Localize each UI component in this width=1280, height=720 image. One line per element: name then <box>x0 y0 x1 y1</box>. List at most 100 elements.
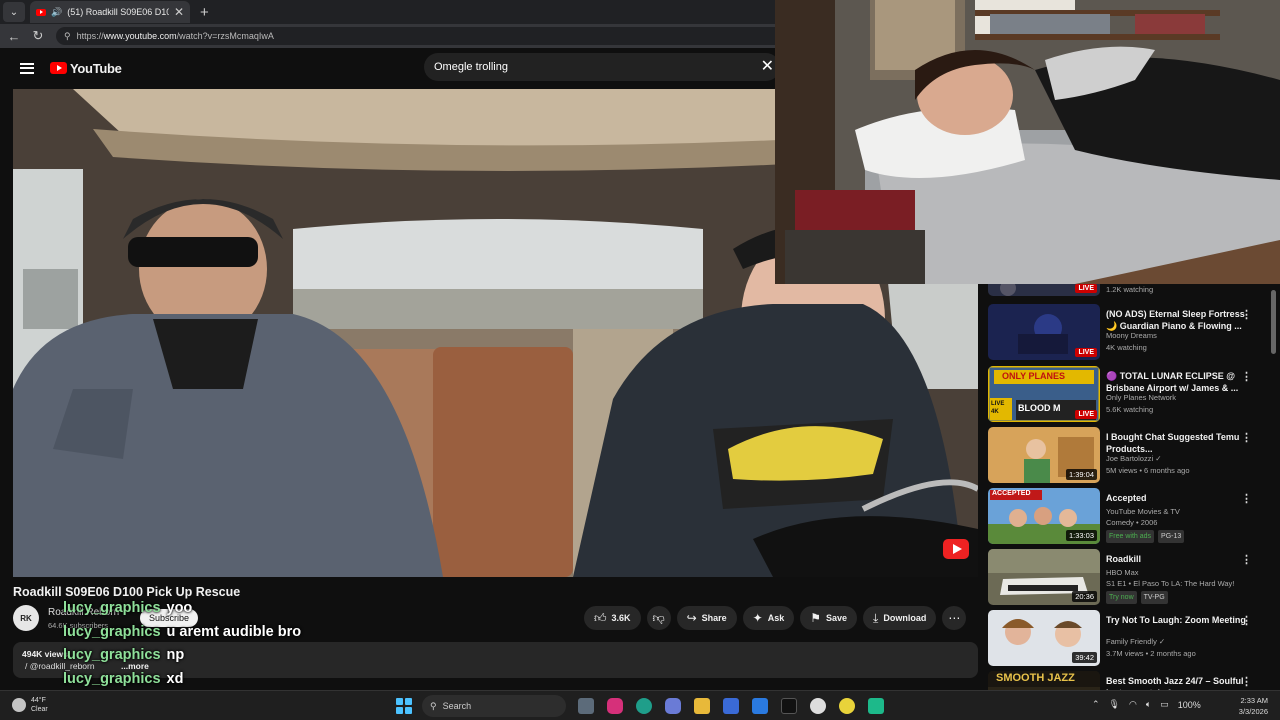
video-thumbnail[interactable]: 39:42 <box>988 610 1100 666</box>
video-thumbnail[interactable]: ACCEPTED 1:33:03 <box>988 488 1100 544</box>
related-channel: HBO Max <box>1106 568 1139 577</box>
chat-message: lucy_graphics xd <box>63 670 184 687</box>
more-vert-icon[interactable]: ⋮ <box>1241 492 1252 505</box>
related-meta: S1 E1 • El Paso To LA: The Hard Way! <box>1106 579 1235 588</box>
download-button[interactable]: ⤓ Download <box>863 606 937 630</box>
app-icon[interactable] <box>810 698 826 714</box>
more-vert-icon[interactable]: ⋮ <box>1241 553 1252 566</box>
duration-badge: 1:33:03 <box>1065 530 1097 541</box>
url-field[interactable]: ⚲ https://www.youtube.com/watch?v=rzsMcm… <box>56 27 786 45</box>
related-video-item[interactable]: 1:39:04 I Bought Chat Suggested Temu Pro… <box>988 427 1268 487</box>
related-video-item[interactable]: 20:36 Roadkill HBO Max S1 E1 • El Paso T… <box>988 549 1268 609</box>
related-meta: 3.7M views • 2 months ago <box>1106 649 1196 658</box>
browser-tab[interactable]: 🔊 (51) Roadkill S09E06 D100 Pic ✕ <box>30 1 190 23</box>
video-thumbnail[interactable]: 1:39:04 <box>988 427 1100 483</box>
related-badges: Try now TV-PG <box>1106 591 1172 604</box>
moon-weather-icon <box>12 698 26 712</box>
related-video-item[interactable]: LIVE 1.2K watching <box>988 284 1268 300</box>
instagram-icon[interactable] <box>607 698 623 714</box>
microphone-icon[interactable]: 🎙︎ <box>1109 699 1120 710</box>
thumbs-down-icon: 👎︎ <box>652 610 665 625</box>
youtube-favicon-icon <box>36 8 46 16</box>
ask-button[interactable]: ✦ Ask <box>742 606 795 630</box>
chevron-up-icon[interactable]: ⌃ <box>1092 699 1100 710</box>
duration-badge: 39:42 <box>1072 652 1097 663</box>
menu-hamburger-icon[interactable] <box>20 60 34 76</box>
battery-percent: 100% <box>1177 699 1201 710</box>
mail-icon[interactable] <box>752 698 768 714</box>
related-video-item[interactable]: ONLY PLANES BLOOD M LIVE 4K LIVE 🟣 TOTAL… <box>988 366 1268 426</box>
tab-list-chevron-icon[interactable]: ⌄ <box>3 2 25 22</box>
related-video-item[interactable]: 39:42 Try Not To Laugh: Zoom Meeting Fam… <box>988 610 1268 670</box>
related-video-item[interactable]: LIVE (NO ADS) Eternal Sleep Fortress 🌙 G… <box>988 304 1268 364</box>
related-video-item[interactable]: ACCEPTED 1:33:03 Accepted YouTube Movies… <box>988 488 1268 548</box>
more-vert-icon[interactable]: ⋮ <box>1241 370 1252 383</box>
related-video-item[interactable]: SMOOTH JAZZ Best Smooth Jazz 24/7 – Soul… <box>988 671 1268 690</box>
share-button[interactable]: ↪ Share <box>676 606 737 630</box>
related-meta: 5.6K watching <box>1106 405 1154 414</box>
taskbar-clock[interactable]: 2:33 AM 3/3/2026 <box>1228 695 1268 717</box>
video-thumbnail[interactable]: 20:36 <box>988 549 1100 605</box>
thumbnail-text: ONLY PLANES <box>1002 371 1066 381</box>
more-vert-icon[interactable]: ⋮ <box>1241 675 1252 688</box>
video-thumbnail[interactable]: ONLY PLANES BLOOD M LIVE 4K LIVE <box>988 366 1100 422</box>
related-meta: 4K watching <box>1106 343 1147 352</box>
webcam-overlay <box>775 0 1280 284</box>
dislike-button[interactable]: 👎︎ <box>646 606 671 630</box>
related-meta: 1.2K watching <box>1106 285 1154 294</box>
duration-badge: 20:36 <box>1072 591 1097 602</box>
related-title: 🟣 TOTAL LUNAR ECLIPSE @ Brisbane Airport… <box>1106 371 1239 393</box>
more-vert-icon[interactable]: ⋮ <box>1241 614 1252 627</box>
sidebar-scrollbar-thumb[interactable] <box>1271 290 1276 354</box>
related-channel: Family Friendly ✓ <box>1106 637 1166 646</box>
video-thumbnail[interactable]: LIVE <box>988 284 1100 296</box>
video-thumbnail[interactable]: LIVE <box>988 304 1100 360</box>
view-count: 494K views <box>22 649 68 659</box>
search-clear-icon[interactable]: ✕ <box>761 56 774 76</box>
site-info-icon[interactable]: ⚲ <box>64 31 71 42</box>
like-button[interactable]: 👍︎ 3.6K <box>584 606 641 630</box>
more-dots-icon: ⋯ <box>948 611 961 625</box>
live-badge: LIVE <box>1075 348 1097 357</box>
messaging-app-icon[interactable] <box>868 698 884 714</box>
reload-icon[interactable]: ↻ <box>28 28 48 44</box>
related-title: (NO ADS) Eternal Sleep Fortress 🌙 Guardi… <box>1106 309 1245 331</box>
windows-start-icon[interactable] <box>396 698 412 714</box>
speaker-icon[interactable]: 🔊 <box>51 7 62 18</box>
related-title: Try Not To Laugh: Zoom Meeting <box>1106 615 1246 625</box>
file-explorer-icon[interactable] <box>694 698 710 714</box>
more-vert-icon[interactable]: ⋮ <box>1241 308 1252 321</box>
rating-badge: PG-13 <box>1158 530 1185 543</box>
wifi-icon[interactable]: ◠ <box>1129 699 1137 710</box>
battery-icon[interactable]: ▭ <box>1160 699 1169 710</box>
windows-taskbar: 44°F Clear ⚲ Search ⌃ 🎙︎ ◠ 🔈︎ ▭ 100% 2:33… <box>0 690 1280 720</box>
related-title: Roadkill <box>1106 554 1142 564</box>
related-videos-sidebar: LIVE 1.2K watching LIVE (NO ADS) Eternal… <box>988 284 1268 690</box>
sparkle-icon: ✦ <box>752 611 763 625</box>
copilot-icon[interactable] <box>665 698 681 714</box>
weather-widget[interactable]: 44°F Clear <box>12 696 48 714</box>
system-tray: ⌃ 🎙︎ ◠ 🔈︎ ▭ 100% <box>1092 699 1201 710</box>
new-tab-icon[interactable]: + <box>200 4 209 21</box>
duration-badge: 1:39:04 <box>1065 469 1097 480</box>
tiktok-icon[interactable] <box>781 698 797 714</box>
snapchat-icon[interactable] <box>839 698 855 714</box>
youtube-logo[interactable]: YouTube <box>50 61 122 76</box>
save-button[interactable]: ⚑ Save <box>800 606 858 630</box>
tab-close-icon[interactable]: ✕ <box>174 5 184 19</box>
more-vert-icon[interactable]: ⋮ <box>1241 431 1252 444</box>
try-now-badge: Try now <box>1106 591 1137 604</box>
url-text: https://www.youtube.com/watch?v=rzsMcmaq… <box>76 31 274 41</box>
volume-icon[interactable]: 🔈︎ <box>1146 699 1151 710</box>
related-meta: 5M views • 6 months ago <box>1106 466 1190 475</box>
edge-browser-icon[interactable] <box>636 698 652 714</box>
live-badge: LIVE <box>1075 284 1097 293</box>
more-actions-button[interactable]: ⋯ <box>942 606 967 630</box>
search-input[interactable]: Omegle trolling ✕ <box>424 53 780 81</box>
taskbar-search[interactable]: ⚲ Search <box>422 695 566 717</box>
task-view-icon[interactable] <box>578 698 594 714</box>
store-icon[interactable] <box>723 698 739 714</box>
channel-avatar[interactable]: RK <box>13 605 39 631</box>
video-thumbnail[interactable]: SMOOTH JAZZ <box>988 671 1100 690</box>
back-icon[interactable]: ← <box>4 29 24 44</box>
